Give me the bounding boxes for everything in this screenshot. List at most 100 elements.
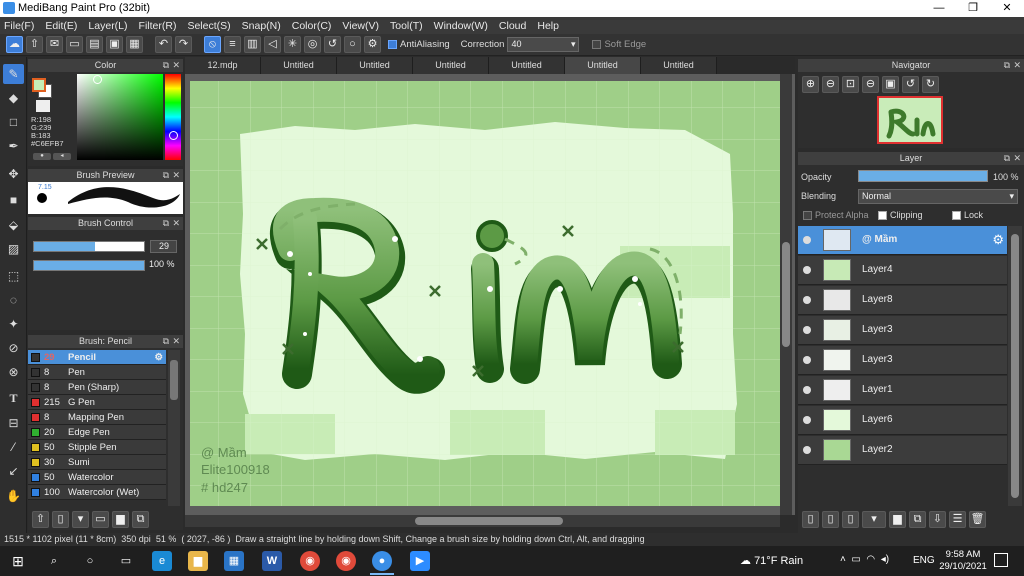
- saturation-value-picker[interactable]: [77, 74, 163, 160]
- layer-row-layer3-a[interactable]: Layer3: [798, 316, 1007, 345]
- brush-opacity-value[interactable]: 100 %: [149, 259, 175, 269]
- panel-close-icon[interactable]: ✕: [172, 169, 180, 182]
- canvas-horizontal-scrollbar[interactable]: [185, 515, 780, 527]
- layer-row-layer1[interactable]: Layer1: [798, 376, 1007, 405]
- layer-folder-icon[interactable]: ▆: [889, 511, 906, 528]
- menu-file[interactable]: File(F): [4, 20, 34, 32]
- lasso-tool-icon[interactable]: ◌: [3, 290, 24, 310]
- wifi-icon[interactable]: ◠: [866, 554, 875, 565]
- hue-cursor[interactable]: [169, 131, 178, 140]
- chevron-up-icon[interactable]: ˄: [840, 554, 846, 565]
- eye-icon[interactable]: [803, 266, 811, 274]
- protect-alpha-checkbox[interactable]: [803, 211, 812, 220]
- snap-settings-icon[interactable]: ⚙: [364, 36, 381, 53]
- eye-icon[interactable]: [803, 236, 811, 244]
- brush-tool-icon[interactable]: ✎: [3, 64, 24, 84]
- tab-untitled-6[interactable]: Untitled: [641, 57, 717, 74]
- foreground-color-swatch[interactable]: [32, 78, 46, 92]
- panel-close-icon[interactable]: ✕: [172, 59, 180, 72]
- panel-popout-icon[interactable]: ⧉: [1004, 59, 1010, 72]
- bucket-tool-icon[interactable]: ⬙: [3, 215, 24, 235]
- snap-vanish-icon[interactable]: ◁: [264, 36, 281, 53]
- eye-icon[interactable]: [803, 416, 811, 424]
- swap-color-icon[interactable]: ●: [33, 153, 51, 160]
- canvas-vertical-scrollbar[interactable]: [780, 74, 792, 515]
- layer-row-layer8[interactable]: Layer8: [798, 286, 1007, 315]
- soft-edge-checkbox[interactable]: [592, 40, 602, 49]
- notification-icon[interactable]: [994, 553, 1008, 567]
- chat-icon[interactable]: ✉: [46, 36, 63, 53]
- rotate-right-icon[interactable]: ↻: [922, 76, 939, 93]
- brush-item-mapping-pen[interactable]: 8 Mapping Pen: [28, 410, 166, 425]
- folder-brush-icon[interactable]: ▆: [112, 511, 129, 528]
- snap-circle-icon[interactable]: ◎: [304, 36, 321, 53]
- gradient-tool-icon[interactable]: ▨: [3, 239, 24, 259]
- brush-item-edge-pen[interactable]: 20 Edge Pen: [28, 425, 166, 440]
- duplicate-brush-icon[interactable]: ⧉: [132, 511, 149, 528]
- menu-help[interactable]: Help: [537, 20, 559, 32]
- layer-row-mam[interactable]: @ Mầm ⚙: [798, 226, 1007, 255]
- hue-slider[interactable]: [165, 74, 181, 160]
- snap-radial-icon[interactable]: ✳: [284, 36, 301, 53]
- eye-icon[interactable]: [803, 356, 811, 364]
- panel-popout-icon[interactable]: ⧉: [1004, 152, 1010, 165]
- layer-settings-icon[interactable]: ☰: [949, 511, 966, 528]
- word-icon[interactable]: W: [262, 551, 282, 571]
- transparent-swatch[interactable]: [36, 100, 50, 112]
- duplicate-layer-icon[interactable]: ⧉: [909, 511, 926, 528]
- grid-icon[interactable]: ▦: [126, 36, 143, 53]
- weather-widget[interactable]: ☁ 71°F Rain: [740, 554, 803, 567]
- zoom-minus-icon[interactable]: ⊖: [862, 76, 879, 93]
- brush-opacity-slider[interactable]: [33, 260, 145, 271]
- undo-icon[interactable]: ↶: [155, 36, 172, 53]
- brush-size-slider[interactable]: [33, 241, 145, 252]
- tab-12-mdp[interactable]: 12.mdp: [185, 57, 261, 74]
- menu-snap[interactable]: Snap(N): [242, 20, 281, 32]
- layer-row-layer4[interactable]: Layer4: [798, 256, 1007, 285]
- merge-layer-icon[interactable]: ⇩: [929, 511, 946, 528]
- new-halftone-layer-icon[interactable]: ▯: [822, 511, 839, 528]
- fill-shape-tool-icon[interactable]: ■: [3, 190, 24, 210]
- network-icon[interactable]: ▭: [851, 554, 860, 565]
- panel-popout-icon[interactable]: ⧉: [163, 217, 169, 230]
- tab-untitled-4[interactable]: Untitled: [489, 57, 565, 74]
- text-tool-icon[interactable]: T: [3, 388, 24, 408]
- eraser-tool-icon[interactable]: ◆: [3, 88, 24, 108]
- brush-item-pen[interactable]: 8 Pen: [28, 365, 166, 380]
- edge-browser-icon[interactable]: e: [152, 551, 172, 571]
- volume-icon[interactable]: ◂): [881, 554, 889, 565]
- document-icon[interactable]: ▤: [86, 36, 103, 53]
- menu-cloud[interactable]: Cloud: [499, 20, 526, 32]
- brush-item-pencil[interactable]: 29 Pencil ⚙: [28, 350, 166, 365]
- brush-list-scrollbar[interactable]: [168, 350, 180, 506]
- copy-brush-icon[interactable]: ▭: [92, 511, 109, 528]
- store-icon[interactable]: ▦: [224, 551, 244, 571]
- actual-size-icon[interactable]: ▣: [882, 76, 899, 93]
- new-brush-icon[interactable]: ▯: [52, 511, 69, 528]
- snap-off-icon[interactable]: ⦸: [204, 36, 221, 53]
- menu-filter[interactable]: Filter(R): [139, 20, 177, 32]
- eye-icon[interactable]: [803, 326, 811, 334]
- tab-untitled-1[interactable]: Untitled: [261, 57, 337, 74]
- comment-icon[interactable]: ▭: [66, 36, 83, 53]
- tab-untitled-3[interactable]: Untitled: [413, 57, 489, 74]
- cloud-icon[interactable]: ☁: [6, 36, 23, 53]
- brush-item-pen-sharp[interactable]: 8 Pen (Sharp): [28, 380, 166, 395]
- new-layer-icon[interactable]: ▯: [802, 511, 819, 528]
- system-tray-icons[interactable]: ˄ ▭ ◠ ◂): [840, 554, 889, 565]
- scrollbar-thumb[interactable]: [782, 242, 790, 347]
- new-8bit-layer-icon[interactable]: ▯: [842, 511, 859, 528]
- snap-ellipse-icon[interactable]: ○: [344, 36, 361, 53]
- zoom-in-icon[interactable]: ⊕: [802, 76, 819, 93]
- brush-item-sumi[interactable]: 30 Sumi: [28, 455, 166, 470]
- lock-checkbox[interactable]: [952, 211, 961, 220]
- layer-row-layer6[interactable]: Layer6: [798, 406, 1007, 435]
- file-explorer-icon[interactable]: ▆: [188, 551, 208, 571]
- panel-popout-icon[interactable]: ⧉: [163, 169, 169, 182]
- language-indicator[interactable]: ENG: [913, 555, 935, 566]
- canvas-area[interactable]: @ Mầm Elite100918 # hd247: [185, 74, 795, 527]
- panel-close-icon[interactable]: ✕: [172, 217, 180, 230]
- delete-layer-icon[interactable]: 🗑: [969, 511, 986, 528]
- navigator-thumbnail[interactable]: [877, 96, 943, 144]
- scrollbar-thumb[interactable]: [415, 517, 563, 525]
